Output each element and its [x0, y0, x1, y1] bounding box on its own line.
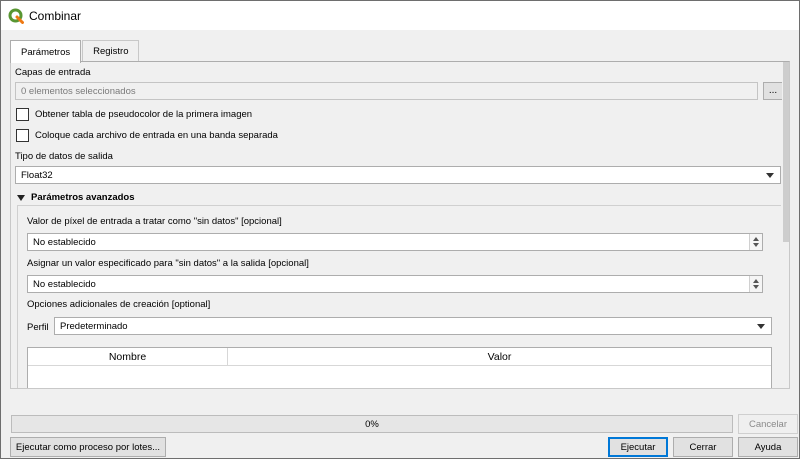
tab-bar: Parámetros Registro	[10, 40, 140, 63]
advanced-params-toggle[interactable]: Parámetros avanzados	[17, 192, 135, 203]
creation-options-label: Opciones adicionales de creación [option…	[27, 299, 211, 310]
table-header: Nombre Valor	[28, 348, 771, 366]
title-bar: Combinar	[1, 1, 799, 30]
output-type-select[interactable]: Float32	[15, 166, 781, 184]
nodata-input-field[interactable]: No establecido	[27, 233, 763, 251]
input-layers-label: Capas de entrada	[15, 67, 91, 78]
parameters-panel: Capas de entrada 0 elementos seleccionad…	[10, 61, 790, 389]
profile-label: Perfil	[27, 322, 49, 333]
nodata-input-spinner[interactable]	[749, 234, 762, 250]
spin-up-icon[interactable]	[753, 279, 759, 283]
separate-band-checkbox[interactable]	[16, 129, 29, 142]
nodata-output-field[interactable]: No establecido	[27, 275, 763, 293]
spin-down-icon[interactable]	[753, 243, 759, 247]
tab-registro[interactable]: Registro	[82, 40, 140, 62]
profile-value: Predeterminado	[60, 320, 128, 332]
browse-layers-button[interactable]: ...	[763, 82, 783, 100]
spin-up-icon[interactable]	[753, 237, 759, 241]
chevron-down-icon	[766, 173, 774, 178]
advanced-params-header: Parámetros avanzados	[31, 192, 135, 203]
nodata-output-spinner[interactable]	[749, 276, 762, 292]
pct-checkbox[interactable]	[16, 108, 29, 121]
output-type-value: Float32	[21, 169, 53, 181]
creation-options-table[interactable]: Nombre Valor	[27, 347, 772, 388]
separate-band-checkbox-label: Coloque cada archivo de entrada en una b…	[35, 130, 278, 141]
collapse-triangle-icon	[17, 194, 25, 201]
scrollbar-thumb[interactable]	[783, 62, 789, 242]
chevron-down-icon	[757, 324, 765, 329]
help-button[interactable]: Ayuda	[738, 437, 798, 457]
pct-checkbox-label: Obtener tabla de pseudocolor de la prime…	[35, 109, 253, 120]
spin-down-icon[interactable]	[753, 285, 759, 289]
output-type-label: Tipo de datos de salida	[15, 151, 113, 162]
run-button[interactable]: Ejecutar	[608, 437, 668, 457]
cancel-button[interactable]: Cancelar	[738, 414, 798, 434]
nodata-input-value: No establecido	[33, 236, 96, 248]
nodata-output-label: Asignar un valor especificado para "sin …	[27, 258, 309, 269]
nodata-input-label: Valor de píxel de entrada a tratar como …	[27, 216, 282, 227]
panel-scrollbar[interactable]	[782, 62, 789, 388]
tab-parametros[interactable]: Parámetros	[10, 40, 82, 63]
progress-text: 0%	[365, 418, 379, 430]
window-title: Combinar	[29, 8, 82, 23]
column-header-nombre[interactable]: Nombre	[28, 348, 228, 365]
dialog-window: Combinar Parámetros Registro Capas de en…	[0, 0, 800, 459]
column-header-valor[interactable]: Valor	[228, 348, 771, 365]
close-button[interactable]: Cerrar	[673, 437, 733, 457]
progress-bar: 0%	[11, 415, 733, 433]
qgis-logo-icon	[8, 8, 24, 24]
profile-select[interactable]: Predeterminado	[54, 317, 772, 335]
input-layers-field[interactable]: 0 elementos seleccionados	[15, 82, 758, 100]
batch-process-button[interactable]: Ejecutar como proceso por lotes...	[10, 437, 166, 457]
nodata-output-value: No establecido	[33, 278, 96, 290]
